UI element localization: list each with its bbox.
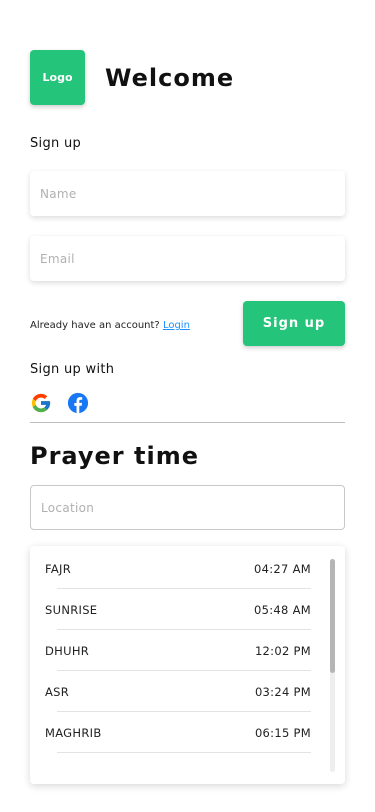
prayer-time: 03:24 PM bbox=[254, 684, 311, 699]
location-field-container bbox=[30, 485, 345, 530]
prayer-time: 05:48 AM bbox=[254, 602, 311, 617]
page-title: Welcome bbox=[105, 64, 235, 92]
prayer-name: ASR bbox=[45, 684, 70, 699]
prayer-time: 04:27 AM bbox=[254, 561, 311, 576]
prayer-name: SUNRISE bbox=[45, 602, 98, 617]
login-link[interactable]: Login bbox=[163, 320, 190, 331]
signup-button[interactable]: Sign up bbox=[243, 301, 345, 346]
prayer-name: DHUHR bbox=[45, 643, 90, 658]
facebook-icon[interactable] bbox=[67, 392, 89, 414]
prayer-time: 06:15 PM bbox=[254, 725, 311, 740]
signup-section-label: Sign up bbox=[30, 136, 82, 151]
list-item: ASR 03:24 PM bbox=[45, 671, 311, 712]
scrollbar-thumb[interactable] bbox=[330, 559, 335, 673]
prayer-name: FAJR bbox=[45, 561, 72, 576]
login-prompt: Already have an account? Login bbox=[30, 320, 190, 331]
list-item: SUNRISE 05:48 AM bbox=[45, 589, 311, 630]
divider bbox=[30, 422, 345, 423]
prayer-times-list: FAJR 04:27 AM SUNRISE 05:48 AM DHUHR 12:… bbox=[30, 546, 345, 784]
login-prompt-text: Already have an account? bbox=[30, 320, 160, 331]
list-item: DHUHR 12:02 PM bbox=[45, 630, 311, 671]
row-divider bbox=[57, 752, 311, 753]
signup-with-label: Sign up with bbox=[30, 362, 115, 377]
list-item: FAJR 04:27 AM bbox=[45, 548, 311, 589]
email-field[interactable] bbox=[40, 251, 335, 266]
logo: Logo bbox=[30, 50, 85, 105]
scrollbar[interactable] bbox=[330, 559, 335, 772]
location-input[interactable] bbox=[41, 500, 334, 515]
list-item: MAGHRIB 06:15 PM bbox=[45, 712, 311, 753]
google-icon[interactable] bbox=[30, 392, 52, 414]
name-field-container bbox=[30, 171, 345, 216]
prayer-time: 12:02 PM bbox=[254, 643, 311, 658]
name-field[interactable] bbox=[40, 186, 335, 201]
email-field-container bbox=[30, 236, 345, 281]
prayer-time-title: Prayer time bbox=[30, 442, 199, 470]
prayer-name: MAGHRIB bbox=[45, 725, 102, 740]
logo-text: Logo bbox=[42, 71, 73, 84]
